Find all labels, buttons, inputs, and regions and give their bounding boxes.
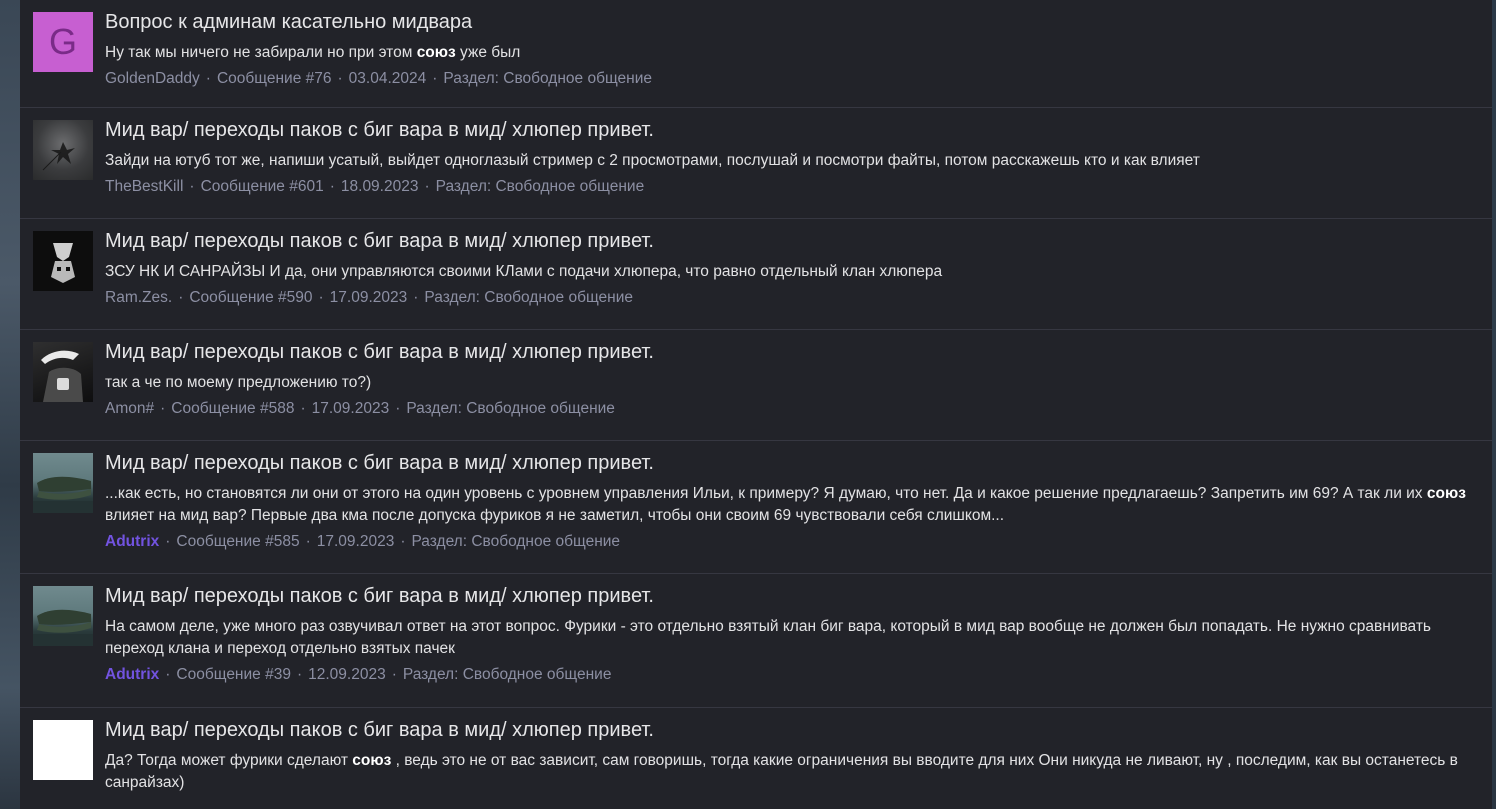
meta-separator: · (413, 289, 419, 306)
search-result-row: Мид вар/ переходы паков с биг вара в мид… (20, 441, 1492, 574)
section-link[interactable]: Раздел: Свободное общение (403, 666, 612, 683)
message-link[interactable]: Сообщение #601 (201, 178, 324, 195)
dark-mask-avatar-icon[interactable] (33, 231, 93, 291)
search-result-row: Мид вар/ переходы паков с биг вара в мид… (20, 330, 1492, 441)
result-snippet: Зайди на ютуб тот же, напиши усатый, вый… (105, 150, 1472, 172)
result-meta: Ram.Zes. · Сообщение #590 · 17.09.2023 · Разде… (105, 287, 1472, 309)
meta-separator: · (432, 70, 438, 87)
result-title-link[interactable]: Вопрос к админам касательно мидвара (105, 10, 1472, 34)
post-date: 17.09.2023 (311, 400, 390, 417)
author-link[interactable]: GoldenDaddy (105, 70, 200, 87)
avatar-image (33, 609, 93, 646)
meta-separator: · (160, 400, 166, 417)
snippet-text: влияет на мид вар? Первые два кма после … (105, 507, 1005, 524)
author-link[interactable]: Adutrix (105, 666, 159, 683)
meta-separator: · (318, 289, 324, 306)
result-meta: Adutrix · Сообщение #39 · 12.09.2023 · Раздел:… (105, 664, 1472, 686)
result-snippet: так а че по моему предложению то?) (105, 372, 1472, 394)
meta-separator: · (329, 178, 335, 195)
message-link[interactable]: Сообщение #39 (176, 666, 291, 683)
search-result-row: G Вопрос к админам касательно мидвара Ну… (20, 0, 1492, 108)
meta-separator: · (300, 400, 306, 417)
snippet-text: Зайди на ютуб тот же, напиши усатый, вый… (105, 152, 1200, 169)
white-blank-avatar-icon[interactable] (33, 720, 93, 780)
result-title-link[interactable]: Мид вар/ переходы паков с биг вара в мид… (105, 718, 1472, 742)
search-result-row: Мид вар/ переходы паков с биг вара в мид… (20, 219, 1492, 330)
message-link[interactable]: Сообщение #588 (171, 400, 294, 417)
author-link[interactable]: Ram.Zes. (105, 289, 172, 306)
meta-separator: · (305, 533, 311, 550)
snippet-highlight: союз (416, 44, 456, 61)
author-link[interactable]: Amon# (105, 400, 154, 417)
section-link[interactable]: Раздел: Свободное общение (424, 289, 633, 306)
search-result-row: Мид вар/ переходы паков с биг вара в мид… (20, 574, 1492, 708)
result-snippet: Да? Тогда может фурики сделают союз , ве… (105, 750, 1472, 794)
meta-separator: · (205, 70, 211, 87)
post-date: 17.09.2023 (329, 289, 408, 306)
result-title-link[interactable]: Мид вар/ переходы паков с биг вара в мид… (105, 340, 1472, 364)
hand-sign-avatar-icon[interactable] (33, 342, 93, 402)
avatar-image (51, 243, 75, 283)
snippet-text: Ну так мы ничего не забирали но при этом (105, 44, 417, 61)
meta-separator: · (296, 666, 303, 683)
meta-separator: · (189, 178, 195, 195)
meta-separator: · (424, 178, 430, 195)
author-link[interactable]: Adutrix (105, 533, 159, 550)
snippet-text: Да? Тогда может фурики сделают (105, 752, 353, 769)
result-snippet: Ну так мы ничего не забирали но при этом… (105, 42, 1472, 64)
meta-separator: · (391, 666, 397, 683)
meta-separator: · (400, 533, 406, 550)
snippet-text: уже был (455, 44, 521, 61)
avatar[interactable]: G (33, 12, 93, 72)
snippet-highlight: союз (352, 752, 392, 769)
meta-separator: · (178, 289, 184, 306)
avatar-image (41, 350, 83, 402)
result-meta: Adutrix · Сообщение #585 · 17.09.2023 · Раздел… (105, 531, 1472, 553)
section-link[interactable]: Раздел: Свободное общение (436, 178, 645, 195)
snippet-text: ...как есть, но становятся ли они от это… (105, 485, 1427, 502)
result-meta: GoldenDaddy · Сообщение #76 · 03.04.2024 · Раз… (105, 68, 1472, 90)
gray-abstract-avatar-icon[interactable] (33, 120, 93, 180)
post-date: 17.09.2023 (316, 533, 395, 550)
search-results-list: G Вопрос к админам касательно мидвара Ну… (20, 0, 1492, 809)
post-date: 03.04.2024 (348, 70, 427, 87)
meta-separator: · (165, 533, 171, 550)
meta-separator: · (165, 666, 171, 683)
result-snippet: ...как есть, но становятся ли они от это… (105, 483, 1472, 527)
result-meta: Amon# · Сообщение #588 · 17.09.2023 · Раздел: … (105, 398, 1472, 420)
avatar-image (42, 142, 75, 171)
search-result-row: Мид вар/ переходы паков с биг вара в мид… (20, 108, 1492, 219)
post-date: 12.09.2023 (308, 666, 386, 683)
message-link[interactable]: Сообщение #590 (189, 289, 312, 306)
crocodile-avatar-icon[interactable] (33, 586, 93, 646)
snippet-text: так а че по моему предложению то?) (105, 374, 372, 391)
result-title-link[interactable]: Мид вар/ переходы паков с биг вара в мид… (105, 118, 1472, 142)
section-link[interactable]: Раздел: Свободное общение (411, 533, 620, 550)
meta-separator: · (395, 400, 401, 417)
result-title-link[interactable]: Мид вар/ переходы паков с биг вара в мид… (105, 584, 1472, 608)
meta-separator: · (337, 70, 343, 87)
result-meta: TheBestKill · Сообщение #601 · 18.09.2023 · Ра… (105, 176, 1472, 198)
search-result-row: Мид вар/ переходы паков с биг вара в мид… (20, 708, 1492, 809)
crocodile-avatar-icon[interactable] (33, 453, 93, 513)
result-snippet: ЗСУ НК И САНРАЙЗЫ И да, они управляются … (105, 261, 1472, 283)
result-snippet: На самом деле, уже много раз озвучивал о… (105, 616, 1472, 660)
result-title-link[interactable]: Мид вар/ переходы паков с биг вара в мид… (105, 229, 1472, 253)
author-link[interactable]: TheBestKill (105, 178, 183, 195)
section-link[interactable]: Раздел: Свободное общение (443, 70, 652, 87)
page-background (0, 0, 20, 809)
result-title-link[interactable]: Мид вар/ переходы паков с биг вара в мид… (105, 451, 1472, 475)
snippet-highlight: союз (1426, 485, 1466, 502)
avatar-image (33, 476, 93, 513)
snippet-text: На самом деле, уже много раз озвучивал о… (105, 618, 1431, 657)
message-link[interactable]: Сообщение #76 (217, 70, 332, 87)
message-link[interactable]: Сообщение #585 (176, 533, 299, 550)
section-link[interactable]: Раздел: Свободное общение (406, 400, 615, 417)
snippet-text: ЗСУ НК И САНРАЙЗЫ И да, они управляются … (105, 263, 943, 280)
avatar-letter: G (48, 21, 77, 62)
post-date: 18.09.2023 (340, 178, 419, 195)
